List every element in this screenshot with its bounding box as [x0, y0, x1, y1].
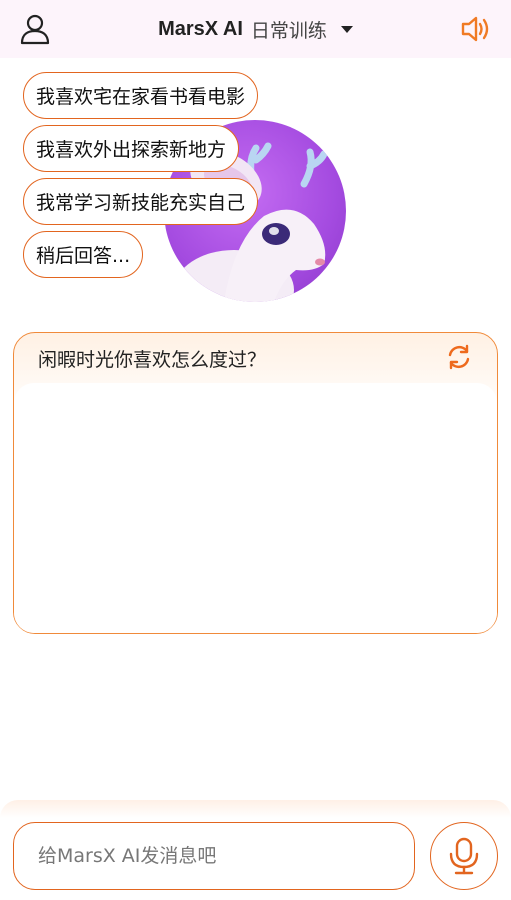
answer-option[interactable]: 我喜欢宅在家看书看电影 [23, 72, 259, 119]
refresh-icon[interactable] [445, 343, 473, 371]
speaker-icon[interactable] [459, 12, 493, 46]
mode-selector[interactable]: 日常训练 [251, 16, 353, 43]
caret-down-icon [340, 25, 353, 33]
question-card: 闲暇时光你喜欢怎么度过？ [13, 332, 498, 634]
answer-option[interactable]: 我常学习新技能充实自己 [23, 178, 259, 225]
answer-later-option[interactable]: 稍后回答... [23, 231, 144, 278]
answer-options: 我喜欢宅在家看书看电影 我喜欢外出探索新地方 我常学习新技能充实自己 稍后回答.… [23, 72, 259, 278]
top-bar: MarsX AI 日常训练 [0, 0, 511, 58]
title-area: MarsX AI 日常训练 [0, 0, 511, 58]
message-input[interactable] [13, 822, 415, 890]
answer-panel [14, 383, 497, 633]
answer-option[interactable]: 我喜欢外出探索新地方 [23, 125, 240, 172]
microphone-icon [449, 837, 479, 875]
app-title: MarsX AI [158, 17, 243, 40]
question-text: 闲暇时光你喜欢怎么度过？ [38, 349, 267, 371]
mode-label: 日常训练 [250, 19, 327, 42]
microphone-button[interactable] [430, 822, 498, 890]
